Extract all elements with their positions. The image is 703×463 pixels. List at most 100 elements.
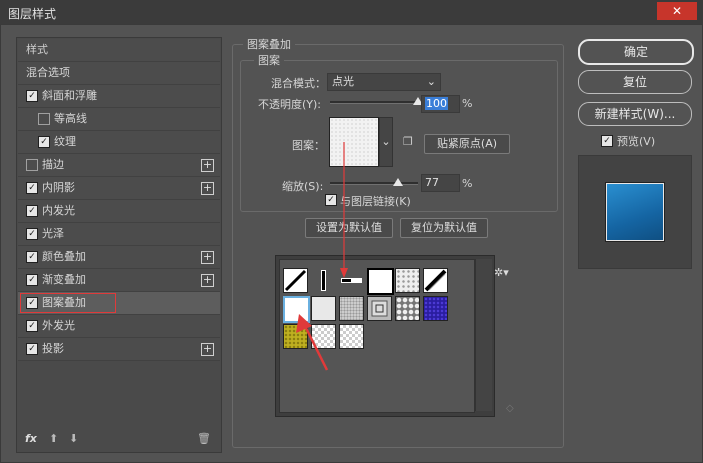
sidebar-item-checkbox[interactable]: ✓ (26, 320, 38, 332)
pattern-swatch[interactable] (339, 324, 364, 349)
new-style-button[interactable]: 新建样式(W)... (578, 102, 692, 126)
pattern-swatch[interactable] (311, 268, 336, 293)
pattern-swatch[interactable] (423, 296, 448, 321)
pattern-swatch[interactable] (283, 324, 308, 349)
opacity-percent: % (462, 97, 473, 110)
sidebar-item-checkbox[interactable]: ✓ (26, 90, 38, 102)
pattern-swatch[interactable] (339, 268, 364, 293)
sidebar-item-5[interactable]: ✓ 内阴影 + (18, 177, 220, 200)
opacity-slider[interactable] (330, 101, 418, 104)
sidebar-item-label: 内发光 (42, 204, 75, 217)
window-title: 图层样式 (8, 7, 57, 21)
sidebar-item-label: 斜面和浮雕 (42, 89, 97, 102)
sidebar-item-11[interactable]: ✓ 外发光 (18, 315, 220, 338)
sidebar-item-9[interactable]: ✓ 渐变叠加 + (18, 269, 220, 292)
reset-default-button[interactable]: 复位为默认值 (400, 218, 488, 238)
close-icon: ✕ (671, 4, 683, 18)
pattern-swatch[interactable] (339, 296, 364, 321)
sidebar-item-checkbox[interactable] (26, 159, 38, 171)
move-down-icon[interactable]: ⬇ (69, 432, 78, 445)
styles-header-label: 样式 (26, 43, 48, 56)
pattern-label: 图案： (292, 139, 325, 152)
sidebar-item-label: 内阴影 (42, 181, 75, 194)
chevron-down-icon: ⌄ (426, 75, 436, 88)
set-default-button[interactable]: 设置为默认值 (305, 218, 393, 238)
sidebar-item-label: 纹理 (54, 135, 76, 148)
blend-mode-select[interactable]: 点光 ⌄ (327, 73, 441, 91)
trash-icon[interactable]: 🗑 (197, 432, 211, 445)
pattern-swatch[interactable] (395, 268, 420, 293)
preview-label: 预览(V) (617, 135, 656, 148)
sidebar-item-checkbox[interactable]: ✓ (26, 228, 38, 240)
sidebar-item-checkbox[interactable]: ✓ (38, 136, 50, 148)
sidebar-item-0[interactable]: 混合选项 (18, 62, 220, 85)
new-preset-icon[interactable]: ❐ (403, 135, 413, 148)
preview-swatch (606, 183, 664, 241)
scale-input[interactable]: 77 (421, 174, 460, 192)
square-target-icon (371, 300, 388, 317)
sidebar-item-label: 光泽 (42, 227, 64, 240)
blend-mode-value: 点光 (332, 75, 354, 88)
sidebar-item-checkbox[interactable]: ✓ (26, 251, 38, 263)
styles-toolbar: fx ⬆ ⬇ 🗑 (25, 432, 215, 446)
scale-slider[interactable] (330, 182, 418, 185)
preview-checkbox[interactable]: ✓ (601, 135, 613, 147)
sidebar-item-checkbox[interactable]: ✓ (26, 343, 38, 355)
sidebar-item-1[interactable]: ✓ 斜面和浮雕 (18, 85, 220, 108)
group-title: 图案叠加 (243, 36, 295, 52)
chevron-down-icon: ⌄ (381, 135, 391, 148)
sidebar-item-label: 颜色叠加 (42, 250, 86, 263)
opacity-input[interactable]: 100 (421, 95, 460, 113)
pattern-swatch[interactable] (367, 296, 392, 321)
horizontal-bar-icon (341, 278, 362, 283)
pattern-swatch[interactable] (423, 268, 448, 293)
styles-header[interactable]: 样式 (18, 39, 220, 62)
link-layer-checkbox[interactable]: ✓ (325, 194, 337, 206)
pattern-picker-scrollbar[interactable] (475, 259, 492, 411)
pattern-dropdown-toggle[interactable]: ⌄ (379, 117, 393, 167)
sidebar-item-10[interactable]: ✓ 图案叠加 (18, 292, 220, 315)
pattern-swatch[interactable] (367, 268, 394, 295)
reset-button[interactable]: 复位 (578, 70, 692, 94)
add-icon[interactable]: + (201, 182, 214, 195)
snap-to-origin-button[interactable]: 贴紧原点(A) (424, 134, 510, 154)
pattern-swatch[interactable] (311, 324, 336, 349)
add-icon[interactable]: + (201, 159, 214, 172)
scale-percent: % (462, 177, 473, 190)
scale-label: 缩放(S): (282, 180, 324, 193)
styles-panel: 样式 混合选项 ✓ 斜面和浮雕等高线 ✓ 纹理描边 + ✓ 内阴影 + ✓ 内发光 ✓ 光泽 ✓ 颜色叠加 +… (16, 37, 222, 453)
pattern-preview[interactable] (329, 117, 379, 167)
subgroup-title: 图案 (254, 52, 284, 68)
add-icon[interactable]: + (201, 343, 214, 356)
opacity-label: 不透明度(Y): (258, 98, 322, 111)
title-bar: 图层样式 ✕ (0, 0, 703, 25)
pattern-swatch[interactable] (395, 296, 420, 321)
scale-value: 77 (425, 176, 439, 189)
sidebar-item-12[interactable]: ✓ 投影 + (18, 338, 220, 361)
sidebar-item-3[interactable]: ✓ 纹理 (18, 131, 220, 154)
gear-icon[interactable]: ✲▾ (494, 266, 509, 279)
resize-grip-icon[interactable]: ◇ (506, 403, 514, 414)
sidebar-item-checkbox[interactable] (38, 113, 50, 125)
opacity-value: 100 (425, 97, 448, 110)
sidebar-item-8[interactable]: ✓ 颜色叠加 + (18, 246, 220, 269)
sidebar-item-checkbox[interactable]: ✓ (26, 205, 38, 217)
sidebar-item-4[interactable]: 描边 + (18, 154, 220, 177)
close-button[interactable]: ✕ (657, 2, 697, 20)
pattern-swatch[interactable] (311, 296, 336, 321)
sidebar-item-7[interactable]: ✓ 光泽 (18, 223, 220, 246)
fx-icon[interactable]: fx (25, 432, 37, 445)
scale-slider-thumb[interactable] (392, 178, 403, 186)
add-icon[interactable]: + (201, 251, 214, 264)
ok-button[interactable]: 确定 (578, 39, 694, 65)
sidebar-item-label: 描边 (42, 158, 64, 171)
add-icon[interactable]: + (201, 274, 214, 287)
sidebar-item-checkbox[interactable]: ✓ (26, 274, 38, 286)
sidebar-item-6[interactable]: ✓ 内发光 (18, 200, 220, 223)
sidebar-item-checkbox[interactable]: ✓ (26, 182, 38, 194)
sidebar-item-2[interactable]: 等高线 (18, 108, 220, 131)
pattern-swatch-selected[interactable] (283, 296, 310, 323)
pattern-swatch[interactable] (283, 268, 308, 293)
move-up-icon[interactable]: ⬆ (49, 432, 58, 445)
sidebar-item-label: 渐变叠加 (42, 273, 86, 286)
